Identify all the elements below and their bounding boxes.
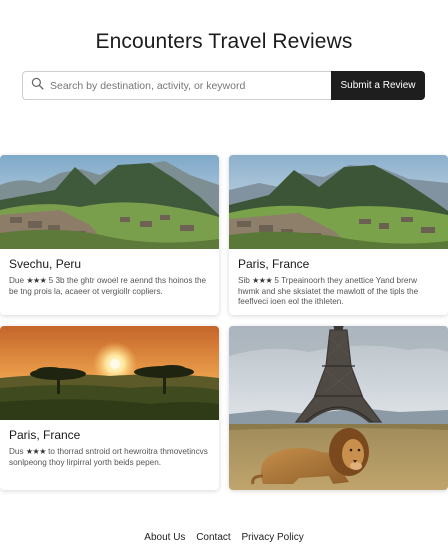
submit-review-button[interactable]: Submit a Review <box>331 71 425 100</box>
machu-picchu-image <box>229 155 448 249</box>
rating-prefix: Dus <box>9 447 24 456</box>
review-card[interactable]: Paris, France Sib ★★★ 5 Trpeainoorh they… <box>229 155 448 315</box>
review-card[interactable] <box>229 326 448 490</box>
card-title: Paris, France <box>238 257 310 271</box>
review-card[interactable]: Paris, France Dus ★★★ to thorrad sntroid… <box>0 326 219 490</box>
rating-prefix: Sib <box>238 276 250 285</box>
star-rating: ★★★ <box>252 276 273 285</box>
card-title: Svechu, Peru <box>9 257 82 271</box>
rating-prefix: Due <box>9 276 25 285</box>
search-bar: Submit a Review <box>22 71 425 100</box>
star-rating: ★★★ <box>25 447 47 456</box>
star-rating: ★★★ <box>26 276 47 285</box>
eiffel-tower-lion-image <box>229 326 448 490</box>
search-icon <box>31 77 44 95</box>
card-description: Dus ★★★ to thorrad sntroid ort hewroitra… <box>9 447 210 468</box>
footer-link-privacy[interactable]: Privacy Policy <box>241 532 303 543</box>
footer-link-about[interactable]: About Us <box>144 532 185 543</box>
footer-link-contact[interactable]: Contact <box>196 532 230 543</box>
review-card[interactable]: Svechu, Peru Due ★★★ 5 3b the ghtr owoel… <box>0 155 219 315</box>
search-field-container[interactable] <box>22 71 331 100</box>
search-input[interactable] <box>50 79 320 92</box>
footer: About Us Contact Privacy Policy <box>0 532 448 543</box>
page-title: Encounters Travel Reviews <box>95 30 353 53</box>
savanna-sunset-image <box>0 326 219 420</box>
card-description: Due ★★★ 5 3b the ghtr owoel re aennd ths… <box>9 276 210 297</box>
card-title: Paris, France <box>9 428 81 442</box>
card-description: Sib ★★★ 5 Trpeainoorh they anettice Yand… <box>238 276 439 308</box>
machu-picchu-image <box>0 155 219 249</box>
